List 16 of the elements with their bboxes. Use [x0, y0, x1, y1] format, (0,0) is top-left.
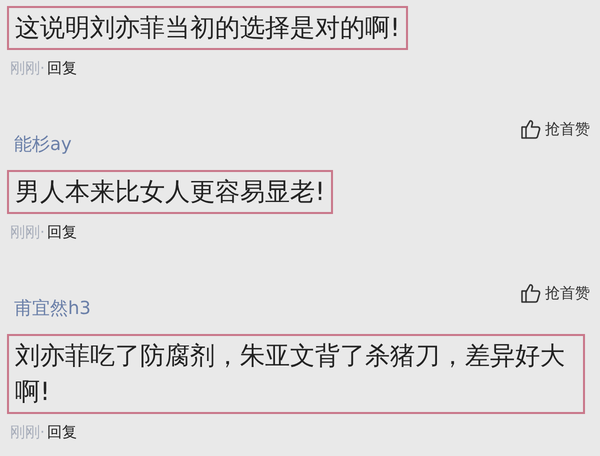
reply-button[interactable]: 回复 — [46, 422, 77, 442]
comment-text: 男人本来比女人更容易显老! — [7, 170, 334, 214]
timestamp: 刚刚 — [10, 58, 40, 78]
like-button[interactable]: 抢首赞 — [521, 282, 590, 304]
thumbs-up-icon — [521, 283, 541, 303]
separator-dot: · — [40, 222, 45, 242]
reply-button[interactable]: 回复 — [46, 58, 77, 78]
like-button[interactable]: 抢首赞 — [521, 118, 590, 140]
comment-text: 这说明刘亦菲当初的选择是对的啊! — [7, 6, 408, 50]
thumbs-up-icon — [521, 119, 541, 139]
separator-dot: · — [40, 422, 45, 442]
timestamp: 刚刚 — [10, 222, 40, 242]
separator-dot: · — [40, 58, 45, 78]
comment-text: 刘亦菲吃了防腐剂，朱亚文背了杀猪刀，差异好大啊! — [7, 334, 585, 414]
timestamp: 刚刚 — [10, 422, 40, 442]
reply-button[interactable]: 回复 — [46, 222, 77, 242]
